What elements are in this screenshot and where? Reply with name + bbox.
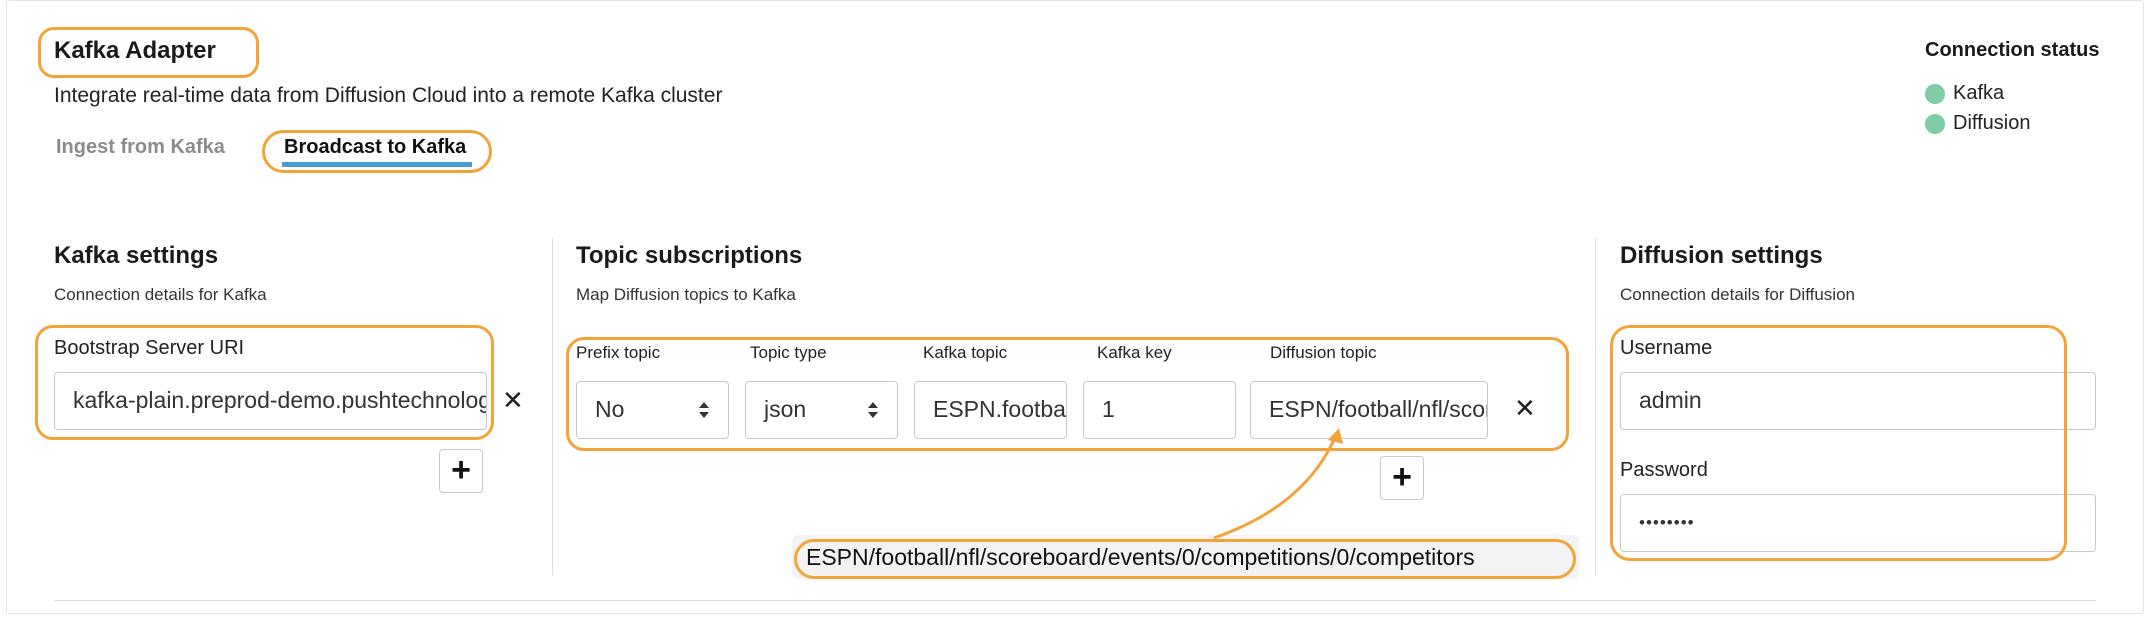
callout-arrow: [1213, 428, 1343, 540]
